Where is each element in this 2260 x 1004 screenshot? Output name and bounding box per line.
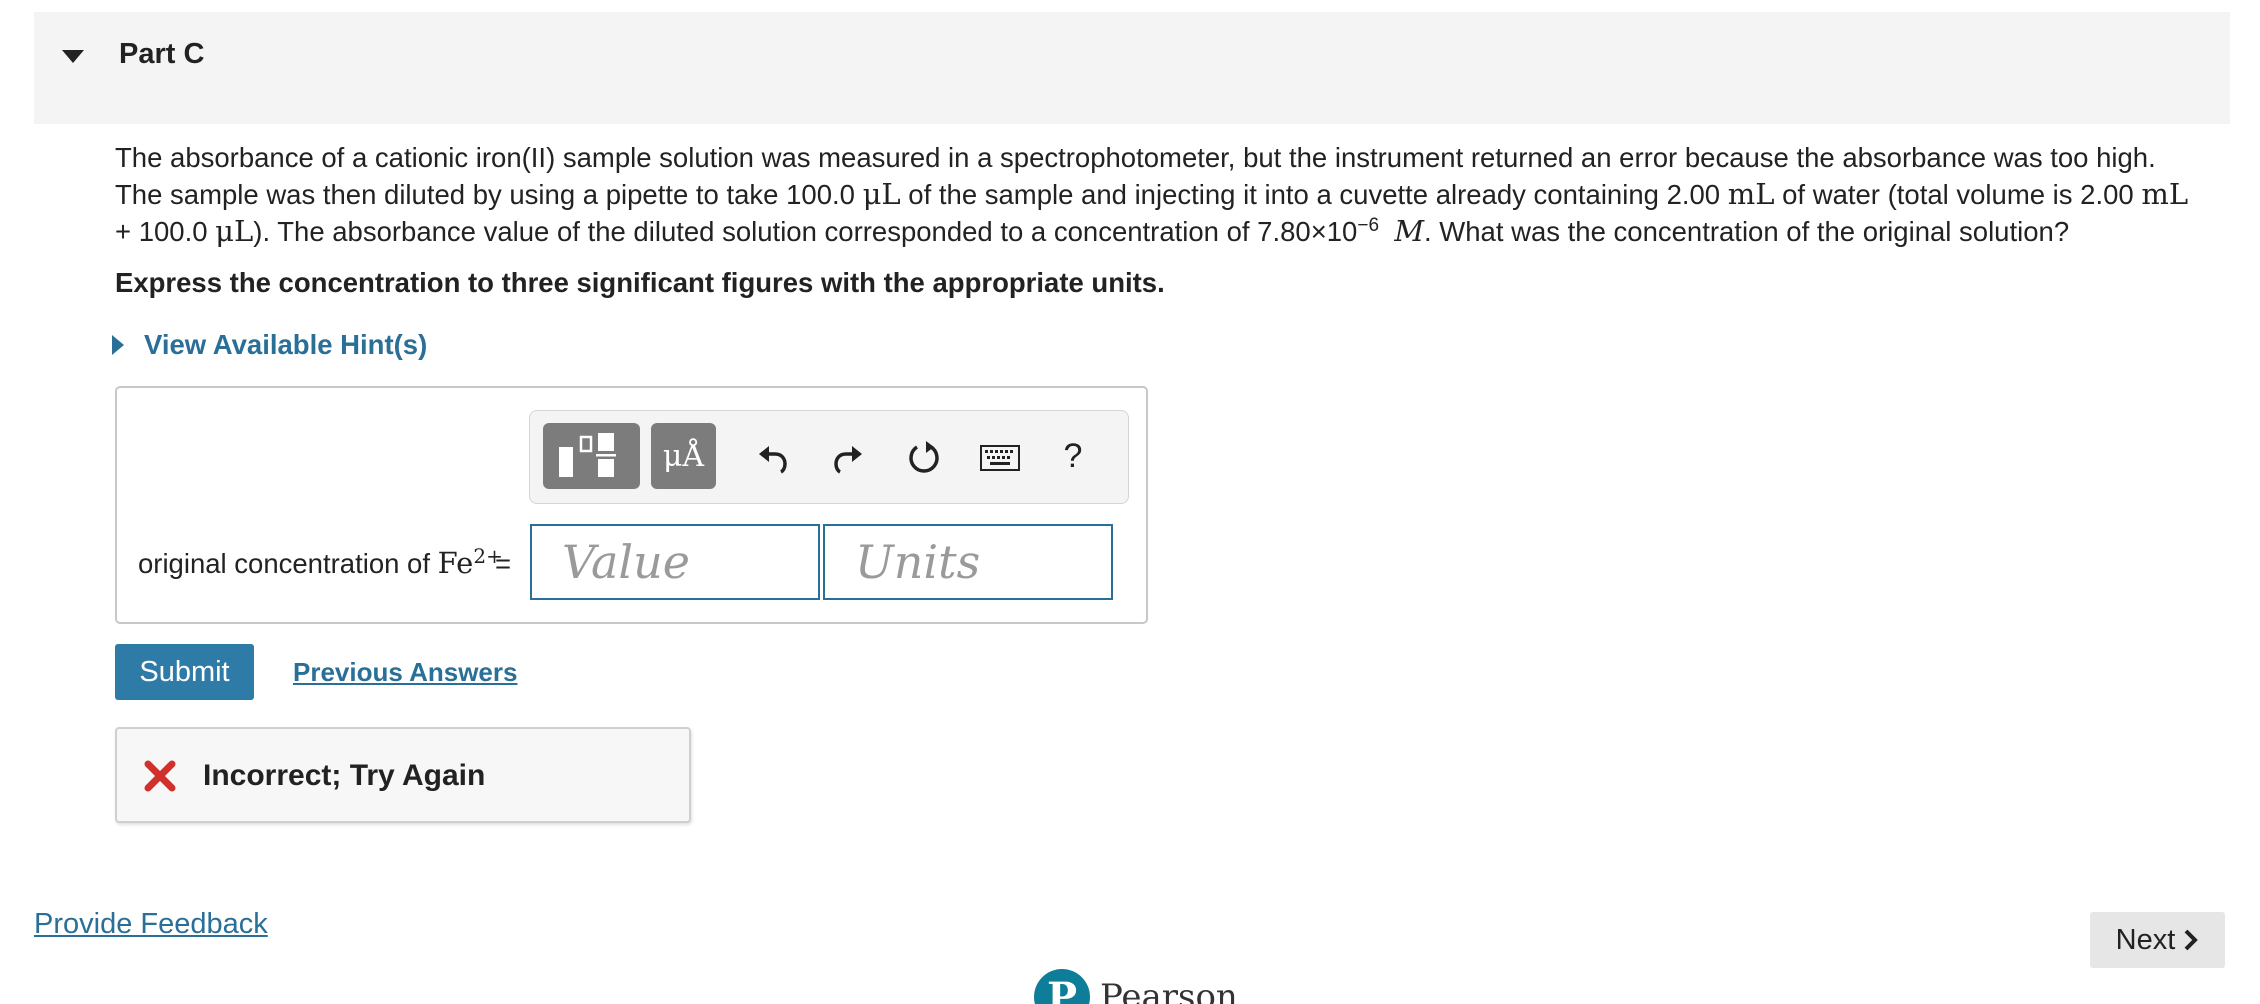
units-button[interactable]: μÅ xyxy=(651,423,716,489)
part-title: Part C xyxy=(119,38,205,70)
part-header[interactable]: Part C xyxy=(34,12,2230,124)
unit-microliter: μL xyxy=(862,177,901,211)
redo-glyph xyxy=(834,446,862,474)
undo-glyph xyxy=(759,446,787,474)
pearson-logo: P Pearson xyxy=(1034,969,1238,1004)
instruction-text: Express the concentration to three signi… xyxy=(115,267,1165,298)
question-segment: ). The absorbance value of the diluted s… xyxy=(253,216,1358,247)
help-button[interactable]: ? xyxy=(1048,431,1098,481)
feedback-text: Incorrect; Try Again xyxy=(203,759,486,792)
next-label: Next xyxy=(2115,923,2176,956)
collapse-caret-icon[interactable] xyxy=(62,50,84,63)
page: Part C The absorbance of a cationic iron… xyxy=(0,0,2260,1004)
question-segment: + 100.0 xyxy=(115,216,216,247)
template-glyph xyxy=(558,433,616,477)
previous-answers-link[interactable]: Previous Answers xyxy=(293,657,517,688)
units-label: μÅ xyxy=(662,438,705,474)
answer-label-text: original concentration of xyxy=(138,548,438,579)
question-segment: of water (total volume is 2.00 xyxy=(1774,179,2142,210)
question-text: The absorbance of a cationic iron(II) sa… xyxy=(115,140,2210,250)
pearson-wordmark: Pearson xyxy=(1100,977,1238,1004)
unit-microliter: μL xyxy=(215,214,254,248)
unit-molar: M xyxy=(1394,214,1425,248)
feedback-box: Incorrect; Try Again xyxy=(115,727,691,823)
redo-icon[interactable] xyxy=(823,433,873,483)
next-button[interactable]: Next xyxy=(2090,912,2225,968)
math-toolbar: μÅ ? xyxy=(529,410,1129,504)
submit-button[interactable]: Submit xyxy=(115,644,254,700)
x-icon xyxy=(144,760,176,792)
species-symbol: Fe xyxy=(437,546,474,580)
keyboard-glyph xyxy=(980,445,1020,471)
view-hints-label[interactable]: View Available Hint(s) xyxy=(144,329,427,361)
unit-milliliter: mL xyxy=(1727,177,1775,211)
unit-milliliter: mL xyxy=(2141,177,2189,211)
expand-caret-icon xyxy=(112,335,124,355)
equals-sign: = xyxy=(495,548,512,579)
pearson-logo-icon: P xyxy=(1034,969,1090,1004)
reset-glyph xyxy=(909,441,939,473)
question-segment: . What was the concentration of the orig… xyxy=(1424,216,2070,247)
undo-icon[interactable] xyxy=(748,433,798,483)
units-input[interactable] xyxy=(823,524,1113,600)
provide-feedback-link[interactable]: Provide Feedback xyxy=(34,908,268,941)
question-segment: of the sample and injecting it into a cu… xyxy=(900,179,1728,210)
chevron-right-icon xyxy=(2184,929,2199,951)
keyboard-icon[interactable] xyxy=(975,433,1025,483)
answer-box: μÅ ? original concentration of Fe2+ = Va… xyxy=(115,386,1148,624)
value-input[interactable] xyxy=(530,524,820,600)
exponent: −6 xyxy=(1357,214,1380,236)
template-icon[interactable] xyxy=(543,423,640,489)
reset-icon[interactable] xyxy=(900,433,950,483)
view-hints-toggle[interactable]: View Available Hint(s) xyxy=(112,327,427,363)
answer-label: original concentration of Fe2+ xyxy=(138,546,503,580)
